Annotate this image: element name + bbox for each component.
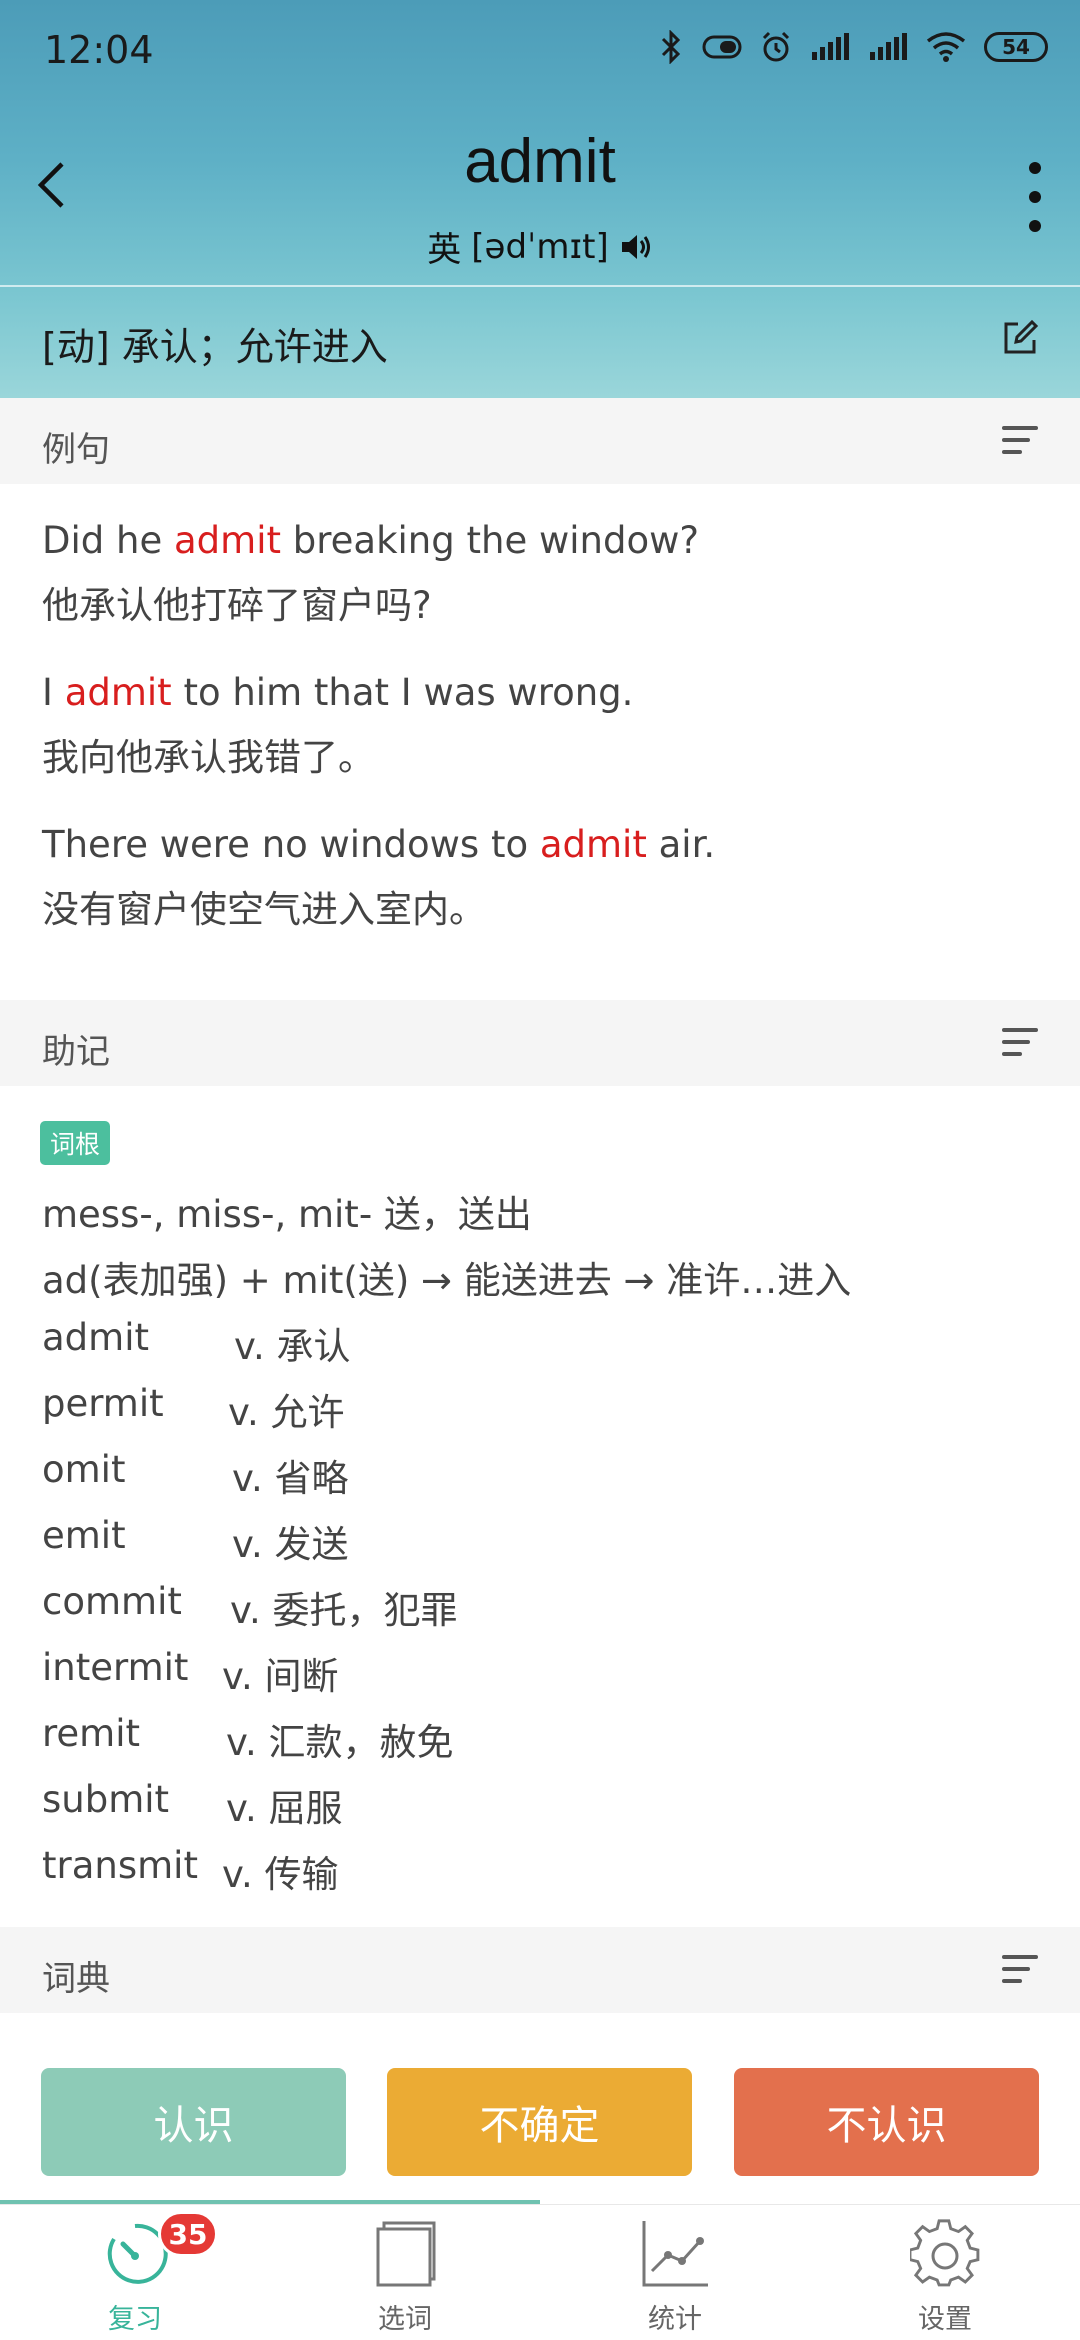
- related-word: transmit: [42, 1844, 198, 1887]
- related-word-def: v. 间断: [222, 1655, 339, 1698]
- related-word: admit: [42, 1316, 149, 1359]
- highlighted-word: admit: [174, 519, 281, 562]
- word-title: admit: [464, 127, 616, 196]
- book-icon: [376, 2221, 436, 2287]
- related-word: emit: [42, 1514, 126, 1557]
- toggle-icon: [702, 35, 742, 59]
- sort-icon[interactable]: [1002, 1028, 1038, 1056]
- example-sentence-zh: 他承认他打碎了窗户吗?: [42, 584, 432, 627]
- related-word: remit: [42, 1712, 140, 1755]
- section-title: 例句: [42, 430, 110, 470]
- dot-icon: [1029, 220, 1041, 232]
- tab-label: 复习: [108, 2304, 162, 2335]
- word-definition: [动] 承认；允许进入: [42, 325, 388, 369]
- dot-icon: [1029, 191, 1041, 203]
- related-word-def: v. 屈服: [226, 1787, 343, 1830]
- related-word-def: v. 传输: [222, 1853, 339, 1896]
- bluetooth-icon: [661, 30, 681, 64]
- section-title: 词典: [42, 1959, 110, 1999]
- more-options-button[interactable]: [1020, 162, 1050, 232]
- sort-icon[interactable]: [1002, 1955, 1038, 1983]
- related-word: commit: [42, 1580, 182, 1623]
- related-word: omit: [42, 1448, 126, 1491]
- related-word: permit: [42, 1382, 164, 1425]
- mnemonic-explanation: ad(表加强) + mit(送) → 能送进去 → 准许…进入: [42, 1259, 852, 1302]
- example-sentence-zh: 没有窗户使空气进入室内。: [42, 888, 486, 931]
- section-title: 助记: [42, 1032, 110, 1072]
- related-word-def: v. 委托，犯罪: [230, 1589, 458, 1632]
- examples-section-header: 例句: [0, 398, 1080, 484]
- tab-label: 选词: [378, 2304, 432, 2335]
- tab-label: 设置: [918, 2304, 972, 2335]
- related-word-def: v. 汇款，赦免: [226, 1721, 454, 1764]
- related-word-def: v. 发送: [232, 1523, 349, 1566]
- word-header: 12:04 54 admit 英 [ədˈmɪt] [动] 承认；允许进入: [0, 0, 1080, 398]
- dot-icon: [1029, 162, 1041, 174]
- edit-icon[interactable]: [1000, 318, 1040, 358]
- mnemonic-section-header: 助记: [0, 1000, 1080, 1086]
- speaker-icon[interactable]: [619, 232, 653, 262]
- battery-indicator: 54: [984, 32, 1048, 62]
- tab-review[interactable]: 35 复习: [0, 2205, 270, 2340]
- status-icons: 54: [658, 30, 1048, 64]
- phonetic-text: [ədˈmɪt]: [471, 226, 609, 267]
- tab-label: 统计: [648, 2304, 702, 2335]
- related-word: submit: [42, 1778, 170, 1821]
- bottom-tab-bar: 35 复习 选词 统计 设置: [0, 2204, 1080, 2340]
- gear-icon: [910, 2219, 980, 2287]
- related-word-def: v. 省略: [232, 1457, 349, 1500]
- wifi-icon: [926, 32, 966, 62]
- example-sentence-en: Did he admit breaking the window?: [42, 519, 699, 562]
- know-button[interactable]: 认识: [41, 2068, 346, 2176]
- sort-icon[interactable]: [1002, 426, 1038, 454]
- example-sentence-zh: 我向他承认我错了。: [42, 736, 375, 779]
- signal-icon: [812, 33, 849, 60]
- tab-select-words[interactable]: 选词: [270, 2205, 540, 2340]
- dont-know-button[interactable]: 不认识: [734, 2068, 1039, 2176]
- related-word-def: v. 承认: [234, 1325, 351, 1368]
- word-topbar: admit 英 [ədˈmɪt]: [0, 110, 1080, 280]
- phonetic-prefix: 英: [427, 230, 462, 270]
- phonetic-row[interactable]: 英 [ədˈmɪt]: [0, 222, 1080, 271]
- example-sentence-en: There were no windows to admit air.: [42, 823, 716, 866]
- related-word: intermit: [42, 1646, 189, 1689]
- root-tag: 词根: [40, 1121, 111, 1165]
- related-word-def: v. 允许: [228, 1391, 345, 1434]
- example-sentence-en: I admit to him that I was wrong.: [42, 671, 634, 714]
- alarm-icon: [762, 31, 790, 62]
- highlighted-word: admit: [64, 671, 172, 714]
- tab-statistics[interactable]: 统计: [540, 2205, 810, 2340]
- dictionary-section-header: 词典: [0, 1927, 1080, 2013]
- unsure-button[interactable]: 不确定: [387, 2068, 692, 2176]
- clock: 12:04: [44, 28, 154, 72]
- header-divider: [0, 285, 1080, 287]
- mnemonic-root-line: mess-, miss-, mit- 送，送出: [42, 1193, 532, 1236]
- status-bar: 12:04 54: [0, 0, 1080, 100]
- tab-settings[interactable]: 设置: [810, 2205, 1080, 2340]
- chart-icon: [642, 2221, 708, 2287]
- highlighted-word: admit: [539, 823, 647, 866]
- signal-icon-2: [870, 33, 907, 60]
- review-count-badge: 35: [158, 2211, 218, 2257]
